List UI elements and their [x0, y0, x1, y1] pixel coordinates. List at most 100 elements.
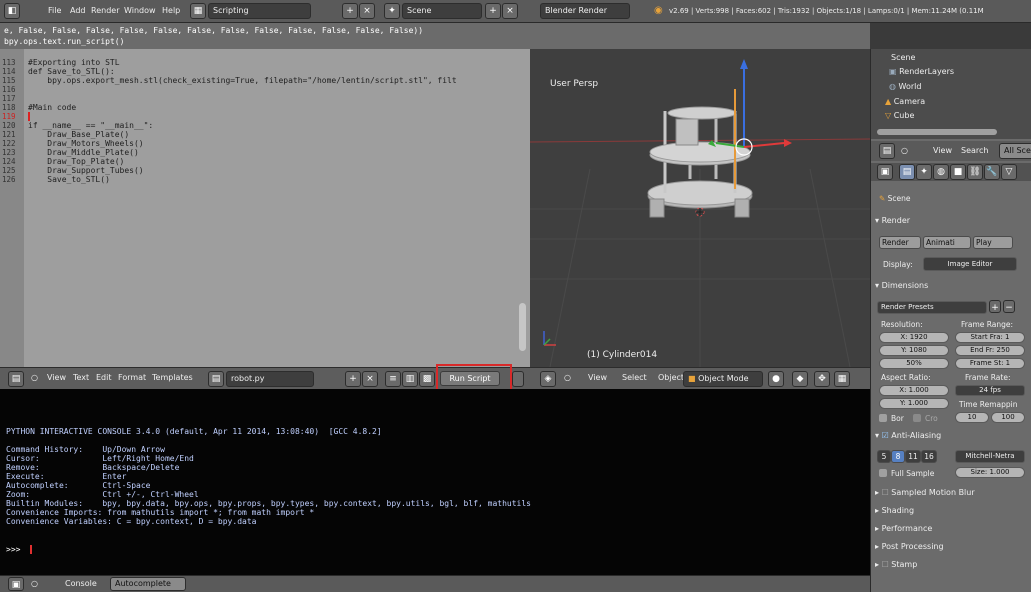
editor-type-icon[interactable]: ▣ — [8, 577, 24, 591]
register-checkbox[interactable] — [512, 371, 524, 387]
render-button[interactable]: Render — [879, 236, 921, 249]
scene-field[interactable]: Scene — [402, 3, 482, 19]
add-scene-icon[interactable]: + — [485, 3, 501, 19]
aspect-y-field[interactable]: Y: 1.000 — [879, 398, 949, 409]
collapse-icon[interactable]: ○ — [564, 373, 571, 382]
aa-8-button[interactable]: 8 — [891, 450, 905, 463]
resolution-x-field[interactable]: X: 1920 — [879, 332, 949, 343]
menu-help[interactable]: Help — [162, 4, 180, 18]
render-animation-button[interactable]: Animati — [923, 236, 971, 249]
menu-text[interactable]: Text — [73, 373, 89, 382]
remap-old-field[interactable]: 10 — [955, 412, 989, 423]
constraints-tab-icon[interactable]: ⛓ — [967, 164, 983, 180]
renderlayers-tab-icon[interactable]: ▤ — [899, 164, 915, 180]
editor-type-icon[interactable]: ▤ — [879, 143, 895, 159]
outliner-scrollbar[interactable] — [877, 129, 997, 135]
remove-scene-icon[interactable]: × — [502, 3, 518, 19]
menu-add[interactable]: Add — [70, 4, 86, 18]
layers-icon[interactable]: ▦ — [834, 371, 850, 387]
aa-filter-dropdown[interactable]: Mitchell-Netra — [955, 450, 1025, 463]
3d-viewport[interactable]: User Persp (1) Cylinder014 — [530, 49, 870, 367]
menu-view[interactable]: View — [933, 146, 952, 155]
resolution-percentage-field[interactable]: 50% — [879, 358, 949, 369]
menu-file[interactable]: File — [48, 4, 61, 18]
editor-type-icon[interactable]: ◈ — [540, 371, 556, 387]
remap-new-field[interactable]: 100 — [991, 412, 1025, 423]
remove-preset-icon[interactable]: − — [1003, 300, 1015, 313]
aspect-x-field[interactable]: X: 1.000 — [879, 385, 949, 396]
text-editor[interactable]: 113 114 115 116 117 118 119 120 121 122 … — [0, 49, 530, 367]
render-section-header[interactable]: ▾ Render — [875, 212, 1028, 230]
end-frame-field[interactable]: End Fr: 250 — [955, 345, 1025, 356]
resolution-y-field[interactable]: Y: 1080 — [879, 345, 949, 356]
layout-grid-icon[interactable]: ▦ — [190, 3, 206, 19]
aa-11-button[interactable]: 11 — [905, 450, 921, 463]
syntax-highlight-toggle-icon[interactable]: ▩ — [419, 371, 435, 387]
unlink-text-icon[interactable]: × — [362, 371, 378, 387]
collapse-icon[interactable]: ○ — [901, 146, 908, 155]
modifiers-tab-icon[interactable]: 🔧 — [984, 164, 1000, 180]
editor-type-icon[interactable]: ◧ — [4, 3, 20, 19]
aa-5-button[interactable]: 5 — [877, 450, 891, 463]
shading-icon[interactable]: ● — [768, 371, 784, 387]
menu-templates[interactable]: Templates — [152, 373, 193, 382]
dimensions-section-header[interactable]: ▾ Dimensions — [875, 277, 1028, 295]
menu-view[interactable]: View — [47, 373, 66, 382]
menu-view[interactable]: View — [588, 373, 607, 382]
all-scenes-button[interactable]: All Sce — [999, 143, 1031, 159]
manipulator-icon[interactable]: ✥ — [814, 371, 830, 387]
aa-section-header[interactable]: ▾ ☑ Anti-Aliasing — [875, 427, 1028, 445]
menu-console[interactable]: Console — [65, 579, 97, 588]
world-tab-icon[interactable]: ◍ — [933, 164, 949, 180]
aa-16-button[interactable]: 16 — [921, 450, 937, 463]
add-layout-icon[interactable]: + — [342, 3, 358, 19]
collapse-icon[interactable]: ○ — [31, 373, 38, 382]
data-tab-icon[interactable]: ▽ — [1001, 164, 1017, 180]
outliner-renderlayers[interactable]: ▣ RenderLayers — [889, 67, 954, 77]
post-processing-section[interactable]: ▸ Post Processing — [875, 538, 1028, 556]
menu-edit[interactable]: Edit — [96, 373, 112, 382]
screen-layout-field[interactable]: Scripting — [208, 3, 311, 19]
mode-dropdown[interactable]: ■ Object Mode — [683, 371, 763, 387]
stamp-checkbox-icon[interactable]: ☐ — [882, 560, 889, 569]
render-engine-dropdown[interactable]: Blender Render — [540, 3, 630, 19]
outliner-cube[interactable]: ▽ Cube — [885, 111, 914, 121]
stamp-section[interactable]: ▸ ☐ Stamp — [875, 556, 1028, 574]
border-checkbox[interactable] — [879, 414, 887, 422]
performance-section[interactable]: ▸ Performance — [875, 520, 1028, 538]
editor-type-icon[interactable]: ▤ — [8, 371, 24, 387]
editor-scrollbar[interactable] — [519, 303, 526, 351]
filter-size-field[interactable]: Size: 1.000 — [955, 467, 1025, 478]
scene-tab-icon[interactable]: ✦ — [916, 164, 932, 180]
collapse-icon[interactable]: ○ — [31, 579, 38, 588]
object-tab-icon[interactable]: ■ — [950, 164, 966, 180]
menu-format[interactable]: Format — [118, 373, 146, 382]
remove-layout-icon[interactable]: × — [359, 3, 375, 19]
text-filename-field[interactable]: robot.py — [226, 371, 314, 387]
text-datablock-icon[interactable]: ▤ — [208, 371, 224, 387]
new-text-icon[interactable]: + — [345, 371, 361, 387]
menu-object[interactable]: Object — [658, 373, 684, 382]
frame-step-field[interactable]: Frame St: 1 — [955, 358, 1025, 369]
console-prompt[interactable]: >>> — [6, 545, 25, 554]
word-wrap-toggle-icon[interactable]: ▥ — [402, 371, 418, 387]
render-presets-dropdown[interactable]: Render Presets — [877, 301, 987, 314]
smb-checkbox-icon[interactable]: ☐ — [882, 488, 889, 497]
scene-icon[interactable]: ✦ — [384, 3, 400, 19]
add-preset-icon[interactable]: + — [989, 300, 1001, 313]
menu-render[interactable]: Render — [91, 4, 119, 18]
render-tab-icon[interactable]: ▣ — [877, 164, 893, 180]
crop-checkbox[interactable] — [913, 414, 921, 422]
python-console[interactable]: PYTHON INTERACTIVE CONSOLE 3.4.0 (defaul… — [0, 389, 870, 575]
pivot-icon[interactable]: ◆ — [792, 371, 808, 387]
menu-window[interactable]: Window — [124, 4, 156, 18]
display-dropdown[interactable]: Image Editor — [923, 257, 1017, 271]
outliner-scene[interactable]: Scene — [891, 53, 915, 63]
menu-search[interactable]: Search — [961, 146, 988, 155]
aa-checkbox-icon[interactable]: ☑ — [882, 431, 889, 440]
outliner-camera[interactable]: ▲ Camera — [885, 97, 925, 107]
menu-select[interactable]: Select — [622, 373, 647, 382]
sampled-motion-blur-section[interactable]: ▸ ☐ Sampled Motion Blur — [875, 484, 1028, 502]
start-frame-field[interactable]: Start Fra: 1 — [955, 332, 1025, 343]
frame-rate-dropdown[interactable]: 24 fps — [955, 385, 1025, 396]
